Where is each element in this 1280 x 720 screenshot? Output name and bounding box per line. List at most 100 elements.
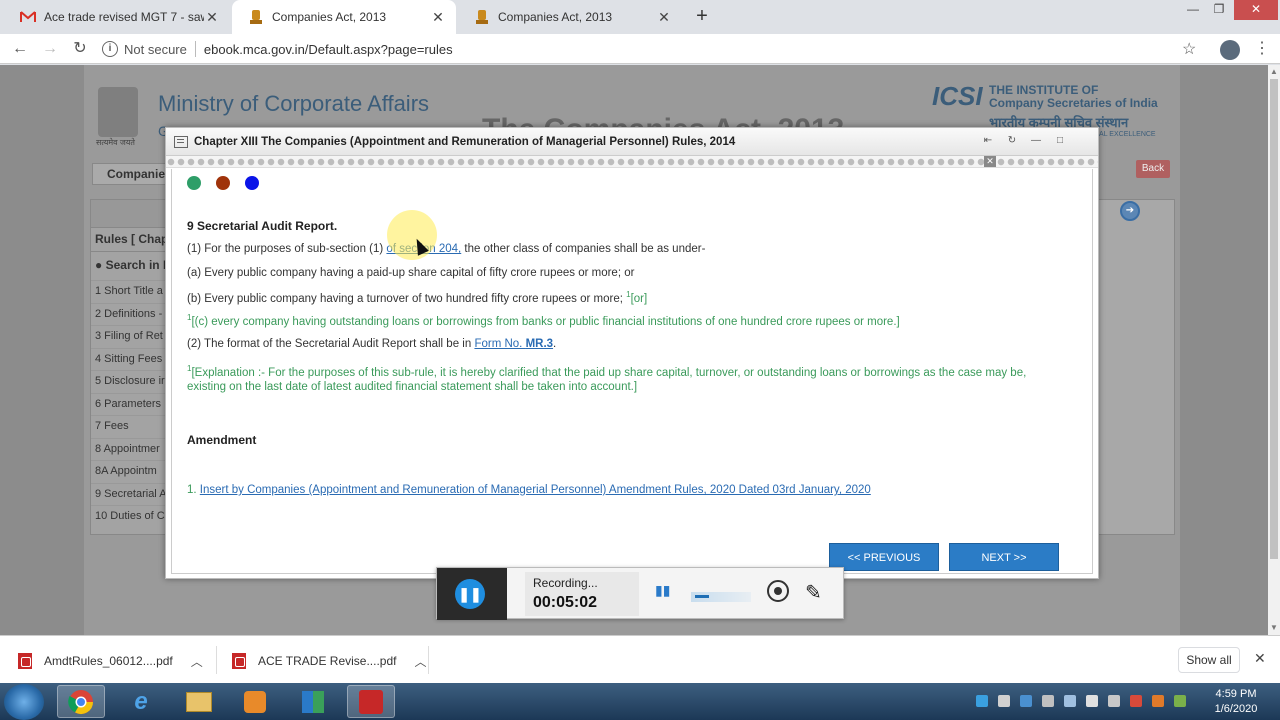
bookmark-star-icon[interactable]: ☆ — [1182, 39, 1196, 59]
close-shelf-icon[interactable]: ✕ — [1254, 650, 1266, 667]
arrow-circle-icon[interactable]: ➔ — [1120, 201, 1140, 221]
download-item-2[interactable]: ACE TRADE Revise....pdf ︿ — [232, 650, 427, 672]
tab-gmail[interactable]: Ace trade revised MGT 7 - sawhr ✕ — [4, 0, 230, 34]
tab-strip: Ace trade revised MGT 7 - sawhr ✕ Compan… — [0, 0, 1280, 34]
form-mr3-link[interactable]: Form No. MR.3 — [474, 338, 553, 350]
audio-level-icon: ▮▮ — [655, 582, 671, 598]
amendment-link[interactable]: Insert by Companies (Appointment and Rem… — [200, 484, 871, 496]
new-tab-button[interactable]: + — [690, 4, 714, 28]
chevron-up-icon[interactable]: ︿ — [415, 653, 427, 670]
scrollbar-thumb[interactable] — [1270, 79, 1278, 559]
back-button[interactable]: Back — [1136, 160, 1170, 178]
address-bar[interactable]: i Not secure ebook.mca.gov.in/Default.as… — [102, 37, 1212, 61]
sidebar-item[interactable]: 10 Duties of C — [91, 505, 175, 528]
radio-icon: ● — [95, 258, 103, 272]
sidebar-item[interactable]: 3 Filing of Ret — [91, 325, 175, 348]
volume-slider[interactable] — [691, 592, 751, 602]
screen-recorder-widget: ❚❚ Recording... 00:05:02 ▮▮ ✎ — [436, 567, 844, 620]
sidebar-item[interactable]: 4 Sitting Fees — [91, 347, 175, 371]
tray-app-icon[interactable] — [1130, 695, 1142, 707]
pin-icon[interactable]: ⇤ — [980, 134, 996, 148]
sidebar-item[interactable]: 5 Disclosure ir — [91, 370, 175, 393]
forward-arrow-icon[interactable]: → — [39, 38, 61, 60]
rule-line-b: (b) Every public company having a turnov… — [187, 290, 648, 305]
rule-line-a: (a) Every public company having a paid-u… — [187, 267, 635, 279]
volume-icon[interactable] — [1042, 695, 1054, 707]
file-explorer-icon[interactable] — [175, 685, 223, 718]
maximize-icon[interactable]: □ — [1052, 134, 1068, 148]
ministry-title: Ministry of Corporate Affairs — [158, 91, 430, 116]
sidebar-item[interactable]: 6 Parameters — [91, 392, 175, 416]
rules-sidebar: Rules [ Chapt ● Search in R 1 Short Titl… — [90, 199, 176, 535]
section-title: 9 Secretarial Audit Report. — [187, 219, 338, 233]
brown-dot[interactable] — [216, 176, 230, 190]
download-item-1[interactable]: AmdtRules_06012....pdf ︿ — [18, 650, 203, 672]
acrobat-reader-icon[interactable] — [347, 685, 395, 718]
windows-taskbar: e 4:59 PM 1/6/2020 — [0, 683, 1280, 720]
pencil-icon[interactable]: ✎ — [805, 580, 822, 605]
action-center-icon[interactable] — [1108, 695, 1120, 707]
rules-header: Rules [ Chapt — [91, 228, 175, 252]
minimize-window-button[interactable]: — — [1180, 0, 1206, 20]
battery-icon[interactable] — [1086, 695, 1098, 707]
close-icon[interactable]: ✕ — [984, 156, 996, 167]
icsi-motto: NAL EXCELLENCE — [1094, 131, 1156, 138]
close-tab-icon[interactable]: ✕ — [430, 9, 446, 26]
chrome-taskbar-icon[interactable] — [57, 685, 105, 718]
tray-app-icon[interactable] — [998, 695, 1010, 707]
blue-dot[interactable] — [245, 176, 259, 190]
green-dot[interactable] — [187, 176, 201, 190]
search-in-rules-radio[interactable]: ● Search in R — [91, 252, 175, 280]
tray-app-icon[interactable] — [1174, 695, 1186, 707]
refresh-icon[interactable]: ↻ — [1004, 134, 1020, 148]
modal-content: 9 Secretarial Audit Report. (1) For the … — [171, 169, 1093, 574]
sidebar-item[interactable]: 1 Short Title a — [91, 280, 175, 303]
explanation-line-2: existing on the last date of latest audi… — [187, 381, 638, 393]
rule-line-c: 1[(c) every company having outstanding l… — [187, 313, 900, 328]
scroll-down-arrow-icon[interactable]: ▼ — [1268, 623, 1280, 632]
pdf-icon — [232, 653, 246, 669]
close-tab-icon[interactable]: ✕ — [656, 9, 672, 26]
tab-companies-act[interactable]: Companies Act, 2013 ✕ — [458, 0, 682, 34]
system-clock[interactable]: 4:59 PM 1/6/2020 — [1206, 687, 1266, 717]
sidebar-item[interactable]: 8A Appointm — [91, 460, 175, 483]
bluetooth-icon[interactable] — [1020, 695, 1032, 707]
close-tab-icon[interactable]: ✕ — [204, 9, 220, 26]
profile-avatar[interactable] — [1220, 40, 1240, 60]
icsi-logo: ICSI — [932, 81, 983, 111]
internet-explorer-icon[interactable]: e — [117, 685, 165, 718]
close-window-button[interactable]: ✕ — [1234, 0, 1278, 20]
sidebar-item[interactable]: 8 Appointmer — [91, 437, 175, 461]
pause-button[interactable]: ❚❚ — [455, 579, 485, 609]
url-text[interactable]: ebook.mca.gov.in/Default.aspx?page=rules — [204, 42, 453, 57]
menu-kebab-icon[interactable]: ⋮ — [1254, 40, 1270, 58]
reload-icon[interactable]: ↻ — [69, 38, 91, 60]
back-arrow-icon[interactable]: ← — [9, 38, 31, 60]
tab-title: Companies Act, 2013 — [272, 10, 387, 24]
scroll-up-arrow-icon[interactable]: ▲ — [1268, 67, 1280, 76]
tray-app-icon[interactable] — [976, 695, 988, 707]
clock-time: 4:59 PM — [1215, 688, 1257, 700]
restore-window-button[interactable]: ❐ — [1206, 0, 1232, 20]
office-apps-icon[interactable] — [289, 685, 337, 718]
start-button[interactable] — [4, 684, 44, 720]
show-all-button[interactable]: Show all — [1178, 647, 1240, 673]
page-scrollbar[interactable]: ▲ ▼ — [1268, 65, 1280, 635]
sidebar-item[interactable]: 9 Secretarial A — [91, 482, 175, 506]
network-icon[interactable] — [1064, 695, 1076, 707]
next-button[interactable]: NEXT >> — [949, 543, 1059, 571]
tray-app-icon[interactable] — [1152, 695, 1164, 707]
recording-timer: 00:05:02 — [533, 594, 598, 611]
decorative-border: ✕ — [166, 156, 1098, 168]
webcam-icon[interactable] — [767, 580, 789, 602]
media-player-icon[interactable] — [231, 685, 279, 718]
sidebar-item[interactable]: 7 Fees — [91, 415, 175, 438]
info-icon[interactable]: i — [102, 41, 118, 57]
amendment-item: 1. Insert by Companies (Appointment and … — [187, 484, 871, 496]
chevron-up-icon[interactable]: ︿ — [191, 653, 203, 670]
previous-button[interactable]: << PREVIOUS — [829, 543, 939, 571]
sidebar-item[interactable]: 2 Definitions - — [91, 302, 175, 326]
site-tab-companies[interactable]: Companies — [92, 163, 172, 185]
minimize-icon[interactable]: — — [1028, 134, 1044, 148]
tab-companies-act-active[interactable]: Companies Act, 2013 ✕ — [232, 0, 456, 34]
